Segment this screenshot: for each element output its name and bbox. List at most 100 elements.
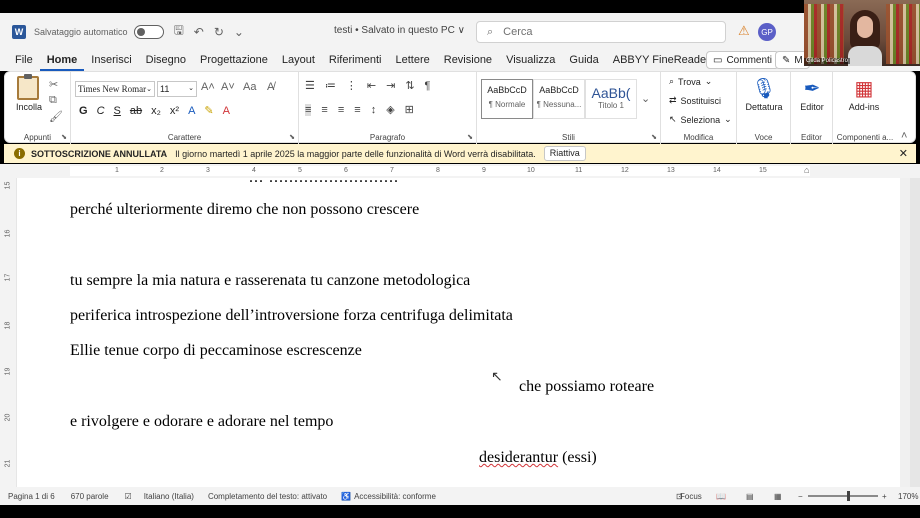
text-line[interactable]: e rivolgere e odorare e adorare nel temp… bbox=[70, 413, 333, 431]
dictate-button[interactable]: 🎙 Dettatura bbox=[737, 76, 791, 112]
align-right-icon[interactable]: ≡ bbox=[338, 104, 344, 116]
reactivate-button[interactable]: Riattiva bbox=[543, 146, 586, 161]
redo-icon[interactable]: ↻ bbox=[214, 25, 224, 39]
superscript-button[interactable]: x² bbox=[170, 105, 179, 117]
text-line[interactable]: che possiamo roteare bbox=[519, 378, 654, 396]
decrease-indent-icon[interactable]: ⇤ bbox=[367, 79, 376, 92]
clear-format-icon[interactable]: A̸ bbox=[267, 81, 274, 93]
vertical-ruler[interactable]: 15 16 17 18 19 20 21 bbox=[0, 178, 16, 487]
highlight-icon[interactable]: ✎ bbox=[204, 104, 213, 117]
tab-references[interactable]: Riferimenti bbox=[322, 50, 389, 71]
style-heading-1[interactable]: AaBb( Titolo 1 bbox=[585, 79, 637, 119]
focus-button[interactable]: Focus bbox=[680, 492, 702, 501]
font-launcher-icon[interactable]: ⬊ bbox=[289, 133, 295, 141]
tab-mailings[interactable]: Lettere bbox=[389, 50, 437, 71]
align-left-icon[interactable]: ≡ bbox=[305, 103, 312, 116]
grow-font-icon[interactable]: A˄ bbox=[201, 81, 215, 93]
subscript-button[interactable]: x₂ bbox=[151, 105, 161, 117]
close-icon[interactable]: ✕ bbox=[899, 147, 908, 160]
zoom-out-icon[interactable]: − bbox=[798, 492, 803, 501]
multilevel-list-icon[interactable]: ⋮ bbox=[346, 79, 357, 92]
text-line[interactable]: periferica introspezione dell’introversi… bbox=[70, 307, 513, 325]
font-color-icon[interactable]: A bbox=[223, 105, 230, 117]
paste-icon[interactable] bbox=[17, 74, 39, 100]
bullets-icon[interactable]: ☰ bbox=[305, 79, 315, 92]
collapse-ribbon-icon[interactable]: ˄ bbox=[901, 130, 907, 142]
text-line[interactable]: tu sempre la mia natura e rasserenata tu… bbox=[70, 272, 470, 290]
read-mode-icon[interactable]: 📖 bbox=[716, 492, 726, 501]
tab-draw[interactable]: Disegno bbox=[139, 50, 193, 71]
horizontal-ruler[interactable]: 1 2 3 4 5 6 7 8 9 10 11 12 13 14 15 ⌂ bbox=[0, 164, 920, 178]
zoom-level[interactable]: 170% bbox=[898, 492, 918, 501]
style-no-spacing[interactable]: AaBbCcD ¶ Nessuna... bbox=[533, 79, 585, 119]
save-icon[interactable]: 🖫 bbox=[174, 21, 184, 42]
find-button[interactable]: ⌕ Trova ⌄ bbox=[669, 76, 712, 87]
borders-icon[interactable]: ⊞ bbox=[405, 103, 414, 116]
text-line[interactable]: perché ulteriormente diremo che non poss… bbox=[70, 201, 419, 219]
paragraph-launcher-icon[interactable]: ⬊ bbox=[467, 133, 473, 141]
zoom-in-icon[interactable]: + bbox=[882, 492, 887, 501]
tab-home[interactable]: Home bbox=[39, 50, 85, 71]
cut-icon[interactable]: ✂ bbox=[49, 78, 58, 91]
shading-icon[interactable]: ◈ bbox=[386, 103, 394, 116]
accessibility-status[interactable]: Accessibilità: conforme bbox=[354, 492, 436, 501]
spelling-error-word[interactable]: desiderantur bbox=[479, 449, 558, 466]
bold-button[interactable]: G bbox=[79, 105, 88, 117]
document-page[interactable]: ... .......................... perché ul… bbox=[17, 178, 910, 487]
undo-icon[interactable]: ↶ bbox=[194, 25, 204, 39]
styles-launcher-icon[interactable]: ⬊ bbox=[651, 133, 657, 141]
numbering-icon[interactable]: ≔ bbox=[325, 79, 336, 92]
underline-button[interactable]: S bbox=[114, 105, 121, 117]
tab-help[interactable]: Guida bbox=[562, 50, 605, 71]
select-button[interactable]: ↖ Seleziona ⌄ bbox=[669, 114, 732, 125]
comments-button[interactable]: ▭ Commenti bbox=[706, 51, 780, 69]
addins-button[interactable]: ▦ Add-ins bbox=[837, 76, 891, 112]
strikethrough-button[interactable]: ab bbox=[130, 105, 142, 117]
text-effects-icon[interactable]: A bbox=[188, 105, 195, 117]
document-title[interactable]: testi • Salvato in questo PC ∨ bbox=[334, 25, 465, 36]
zoom-slider[interactable] bbox=[808, 495, 878, 497]
language-indicator[interactable]: Italiano (Italia) bbox=[144, 492, 194, 501]
replace-button[interactable]: ⇄ Sostituisci bbox=[669, 95, 721, 106]
format-painter-icon[interactable]: 🖌 bbox=[49, 110, 63, 123]
text-predictions-status[interactable]: Completamento del testo: attivato bbox=[208, 492, 327, 501]
tab-insert[interactable]: Inserisci bbox=[84, 50, 138, 71]
styles-more-icon[interactable]: ⌄ bbox=[641, 92, 650, 105]
align-center-icon[interactable]: ≡ bbox=[321, 104, 327, 116]
warning-icon[interactable]: ⚠ bbox=[738, 23, 750, 39]
print-layout-icon[interactable]: ▤ bbox=[746, 492, 754, 501]
tab-file[interactable]: File bbox=[8, 50, 40, 71]
tab-layout[interactable]: Layout bbox=[275, 50, 322, 71]
customize-toolbar-icon[interactable]: ⌄ bbox=[234, 25, 244, 39]
right-indent-marker[interactable]: ⌂ bbox=[804, 165, 809, 175]
increase-indent-icon[interactable]: ⇥ bbox=[386, 79, 395, 92]
font-size-select[interactable]: 11 ⌄ bbox=[157, 81, 197, 97]
autosave-toggle[interactable] bbox=[133, 24, 164, 39]
word-count[interactable]: 670 parole bbox=[71, 492, 109, 501]
italic-button[interactable]: C bbox=[97, 105, 105, 117]
line-spacing-icon[interactable]: ↕ bbox=[371, 104, 377, 116]
text-line[interactable]: Ellie tenue corpo di peccaminose escresc… bbox=[70, 342, 362, 360]
paste-button[interactable]: Incolla bbox=[16, 102, 42, 112]
web-layout-icon[interactable]: ▦ bbox=[774, 492, 782, 501]
zoom-slider-thumb[interactable] bbox=[847, 491, 850, 501]
proofing-icon[interactable]: ☑ bbox=[125, 492, 132, 501]
justify-icon[interactable]: ≡ bbox=[354, 104, 360, 116]
pilcrow-icon[interactable]: ¶ bbox=[425, 80, 431, 92]
tab-review[interactable]: Revisione bbox=[437, 50, 499, 71]
copy-icon[interactable]: ⧉ bbox=[49, 94, 57, 107]
editor-button[interactable]: ✒ Editor bbox=[785, 76, 839, 112]
text-line[interactable]: desiderantur (essi) bbox=[479, 449, 597, 467]
clipboard-launcher-icon[interactable]: ⬊ bbox=[61, 133, 67, 141]
style-normal[interactable]: AaBbCcD ¶ Normale bbox=[481, 79, 533, 119]
tab-design[interactable]: Progettazione bbox=[193, 50, 275, 71]
tab-view[interactable]: Visualizza bbox=[499, 50, 562, 71]
search-input[interactable]: ⌕ Cerca bbox=[476, 21, 726, 43]
avatar[interactable]: GP bbox=[758, 23, 776, 41]
font-name-select[interactable]: Times New Romar ⌄ bbox=[75, 81, 155, 97]
shrink-font-icon[interactable]: A˅ bbox=[221, 81, 235, 93]
vertical-scrollbar[interactable] bbox=[900, 178, 910, 487]
page-count[interactable]: Pagina 1 di 6 bbox=[8, 492, 55, 501]
sort-icon[interactable]: ⇅ bbox=[405, 79, 414, 92]
change-case-icon[interactable]: Aa bbox=[243, 81, 256, 93]
